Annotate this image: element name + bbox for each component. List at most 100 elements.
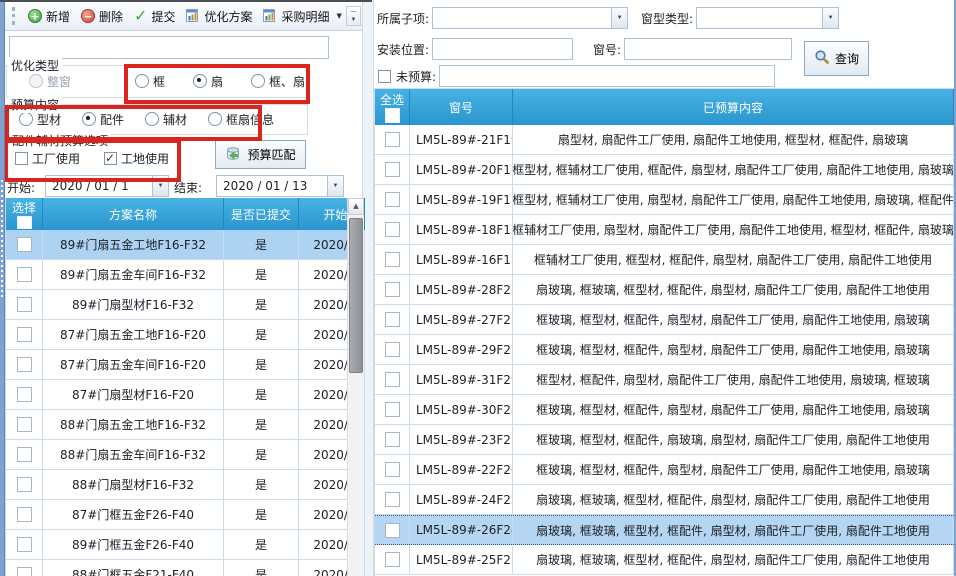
window-no-cell: LM5L-89#-20F18 [410, 155, 513, 184]
radio-option[interactable]: 型材 [19, 111, 61, 128]
window-no-input[interactable] [624, 38, 792, 60]
row-checkbox[interactable] [17, 267, 32, 282]
plan-row[interactable]: 89#门扇五金工地F16-F32 是 2020/0 [6, 230, 365, 260]
scroll-up-icon[interactable]: ▲ [348, 198, 364, 215]
toolbar-overflow-button[interactable]: —▼ [346, 6, 361, 26]
select-all-checkbox[interactable] [17, 216, 32, 229]
left-splitter-grip[interactable] [0, 0, 5, 576]
budgeted-content-header[interactable]: 已预算内容 [513, 89, 954, 125]
row-checkbox[interactable] [385, 282, 400, 297]
plan-row[interactable]: 88#门扇型材F16-F32 是 2020/0 [6, 470, 365, 500]
radio-option[interactable]: 整窗 [29, 73, 71, 90]
row-checkbox[interactable] [385, 462, 400, 477]
budget-row[interactable]: LM5L-89#-20F18 框型材, 框辅材工厂使用, 框配件, 扇型材, 扇… [375, 155, 954, 185]
plan-row[interactable]: 87#门框五金F26-F40 是 2020/0 [6, 500, 365, 530]
budget-row[interactable]: LM5L-89#-25F23 扇玻璃, 框玻璃, 框型材, 框配件, 扇型材, … [375, 545, 954, 575]
checkbox-option[interactable]: 工地使用 [104, 150, 169, 167]
row-checkbox[interactable] [17, 387, 32, 402]
plan-row[interactable]: 88#门扇五金工地F16-F32 是 2020/0 [6, 410, 365, 440]
scrollbar-thumb[interactable] [349, 218, 363, 373]
radio-option[interactable]: 框、扇 [251, 73, 305, 90]
plan-table-scrollbar[interactable]: ▲ [347, 198, 364, 576]
budget-row[interactable]: LM5L-89#-19F17 框型材, 框辅材工厂使用, 扇型材, 扇配件工厂使… [375, 185, 954, 215]
row-checkbox[interactable] [385, 342, 400, 357]
row-checkbox[interactable] [385, 132, 400, 147]
row-checkbox[interactable] [17, 507, 32, 522]
window-no-header[interactable]: 窗号 [410, 89, 513, 125]
radio-option[interactable]: 框扇信息 [208, 111, 274, 128]
budget-row-select-cell [375, 215, 410, 244]
window-no-cell: LM5L-89#-18F16 [410, 215, 513, 244]
budget-row[interactable]: LM5L-89#-29F27 框玻璃, 框型材, 框配件, 扇型材, 扇配件工厂… [375, 335, 954, 365]
optimize-plan-button[interactable]: 优化方案 [181, 6, 257, 27]
end-date-dropdown-button[interactable]: ▼ [327, 176, 343, 196]
budget-row[interactable]: LM5L-89#-18F16 框辅材工厂使用, 扇型材, 扇配件工厂使用, 扇配… [375, 215, 954, 245]
budget-row[interactable]: LM5L-89#-23F21 框玻璃, 框型材, 框配件, 扇玻璃, 扇型材, … [375, 425, 954, 455]
budget-match-button[interactable]: 预算匹配 [215, 140, 306, 169]
row-checkbox[interactable] [17, 357, 32, 372]
add-button[interactable]: + 新增 [23, 6, 75, 27]
sub-item-combo[interactable]: ▼ [432, 7, 628, 29]
row-checkbox[interactable] [385, 492, 400, 507]
install-position-input[interactable] [432, 38, 573, 60]
budget-row[interactable]: LM5L-89#-31F29 框型材, 框配件, 扇型材, 扇配件工厂使用, 扇… [375, 365, 954, 395]
row-checkbox[interactable] [17, 477, 32, 492]
start-date-dropdown-button[interactable]: ▼ [152, 176, 168, 196]
row-checkbox[interactable] [385, 252, 400, 267]
submit-button[interactable]: ✓ 提交 [129, 6, 180, 27]
row-checkbox[interactable] [385, 222, 400, 237]
checkbox-option[interactable]: 工厂使用 [15, 150, 80, 167]
budget-row[interactable]: LM5L-89#-16F15 框辅材工厂使用, 框型材, 框配件, 扇型材, 扇… [375, 245, 954, 275]
row-checkbox[interactable] [17, 537, 32, 552]
row-checkbox[interactable] [385, 372, 400, 387]
budget-row[interactable]: LM5L-89#-27F25 框玻璃, 框型材, 框配件, 扇型材, 扇配件工厂… [375, 305, 954, 335]
query-button[interactable]: 查询 [804, 41, 869, 76]
row-checkbox[interactable] [385, 162, 400, 177]
row-checkbox[interactable] [17, 567, 32, 576]
unbudgeted-checkbox[interactable] [378, 70, 391, 83]
budget-row[interactable]: LM5L-89#-26F24 扇玻璃, 框玻璃, 框型材, 框配件, 扇型材, … [375, 515, 954, 545]
unbudgeted-input[interactable] [439, 65, 775, 87]
plan-row-select-cell [6, 470, 43, 499]
start-date-picker[interactable]: 2020 / 01 / 1 ▼ [45, 175, 169, 197]
plan-row[interactable]: 89#门框五金F26-F40 是 2020/0 [6, 530, 365, 560]
budget-row[interactable]: LM5L-89#-24F22 扇玻璃, 框玻璃, 框型材, 框配件, 扇型材, … [375, 485, 954, 515]
submitted-header[interactable]: 是否已提交 [224, 198, 299, 230]
row-checkbox[interactable] [385, 552, 400, 567]
plan-row[interactable]: 88#门框五金F21-F40 是 2020/0 [6, 560, 365, 576]
window-type-dropdown-button[interactable]: ▼ [822, 8, 838, 28]
plan-row[interactable]: 87#门扇五金工地F16-F20 是 2020/0 [6, 320, 365, 350]
plan-filter-input[interactable] [9, 36, 329, 59]
select-all-checkbox[interactable] [385, 108, 400, 123]
plan-row[interactable]: 89#门扇型材F16-F32 是 2020/0 [6, 290, 365, 320]
radio-option[interactable]: 配件 [82, 111, 124, 128]
row-checkbox[interactable] [385, 312, 400, 327]
row-checkbox[interactable] [17, 297, 32, 312]
row-checkbox[interactable] [17, 417, 32, 432]
end-date-picker[interactable]: 2020 / 01 / 13 ▼ [216, 175, 344, 197]
row-checkbox[interactable] [385, 402, 400, 417]
radio-option[interactable]: 辅材 [145, 111, 187, 128]
plan-name-header[interactable]: 方案名称 [43, 198, 224, 230]
delete-button[interactable]: − 删除 [76, 6, 128, 27]
radio-option[interactable]: 扇 [193, 73, 223, 90]
budget-row[interactable]: LM5L-89#-22F20 框玻璃, 框型材, 框配件, 扇型材, 扇配件工厂… [375, 455, 954, 485]
plan-row[interactable]: 88#门扇五金车间F16-F32 是 2020/0 [6, 440, 365, 470]
plan-row[interactable]: 89#门扇五金车间F16-F32 是 2020/0 [6, 260, 365, 290]
plan-row[interactable]: 87#门扇五金车间F16-F20 是 2020/0 [6, 350, 365, 380]
budget-row[interactable]: LM5L-89#-21F19 扇型材, 扇配件工厂使用, 扇配件工地使用, 框型… [375, 125, 954, 155]
row-checkbox[interactable] [17, 237, 32, 252]
budget-row[interactable]: LM5L-89#-28F26 扇玻璃, 框玻璃, 框型材, 框配件, 扇型材, … [375, 275, 954, 305]
row-checkbox[interactable] [385, 432, 400, 447]
plan-row[interactable]: 87#门扇型材F16-F20 是 2020/0 [6, 380, 365, 410]
row-checkbox[interactable] [385, 523, 400, 538]
checkbox-icon [104, 152, 117, 165]
radio-option[interactable]: 框 [135, 73, 165, 90]
row-checkbox[interactable] [17, 447, 32, 462]
row-checkbox[interactable] [17, 327, 32, 342]
purchase-detail-button[interactable]: 采购明细 ▼ [258, 6, 346, 27]
window-type-combo[interactable]: ▼ [696, 7, 839, 29]
row-checkbox[interactable] [385, 192, 400, 207]
budget-row[interactable]: LM5L-89#-30F28 框玻璃, 框型材, 框配件, 扇型材, 扇配件工厂… [375, 395, 954, 425]
sub-item-dropdown-button[interactable]: ▼ [611, 8, 627, 28]
